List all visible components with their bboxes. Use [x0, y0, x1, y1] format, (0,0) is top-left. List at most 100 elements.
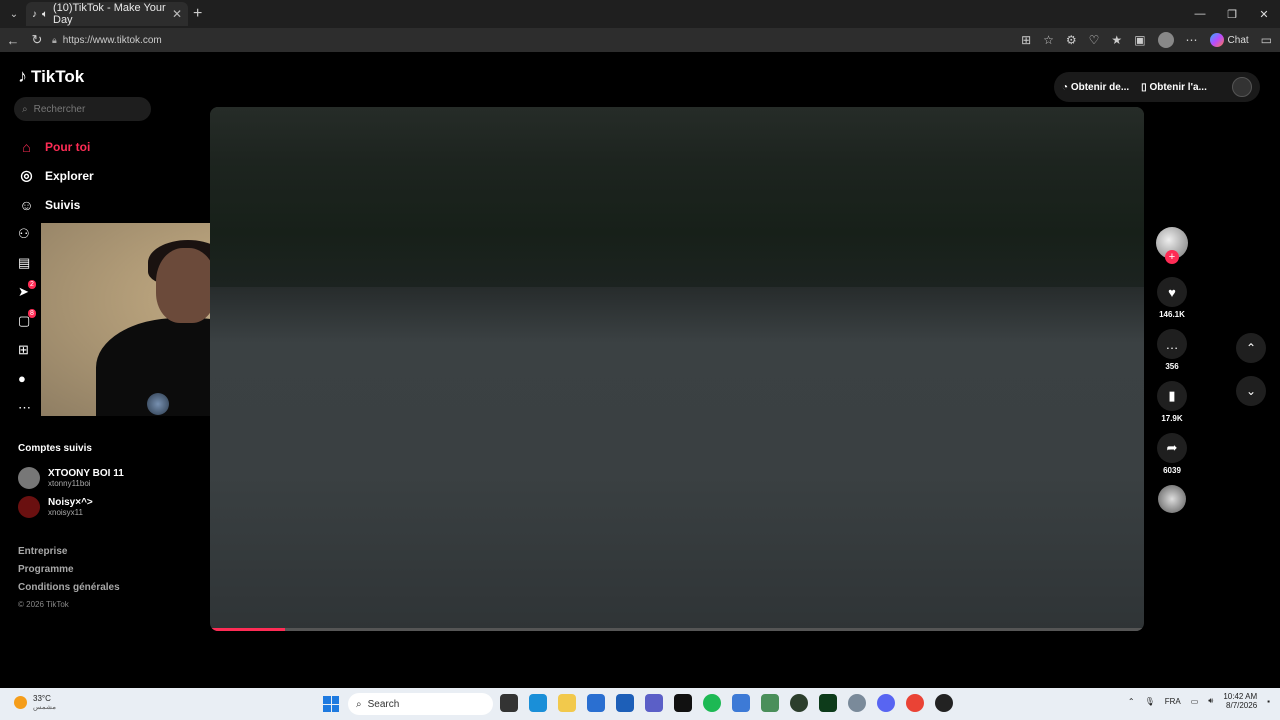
- footer-links: Entreprise Programme Conditions générale…: [18, 546, 120, 593]
- search-input[interactable]: [33, 103, 134, 115]
- account-name: XTOONY BOI 11: [48, 468, 124, 479]
- comment-action[interactable]: … 356: [1155, 329, 1189, 371]
- lock-icon: 🔒︎: [52, 34, 57, 45]
- terminal-icon[interactable]: [819, 694, 837, 712]
- discord-icon[interactable]: [877, 694, 895, 712]
- game-icon[interactable]: [790, 694, 808, 712]
- store-icon[interactable]: [616, 694, 634, 712]
- inbox-icon[interactable]: ▢ 8: [18, 306, 36, 335]
- video-player[interactable]: [210, 107, 1144, 631]
- snipping-icon[interactable]: [761, 694, 779, 712]
- calculator-icon[interactable]: [732, 694, 750, 712]
- spotify-icon[interactable]: [703, 694, 721, 712]
- follow-plus-icon[interactable]: +: [1165, 250, 1179, 264]
- maximize-icon[interactable]: ❐: [1216, 0, 1248, 28]
- comment-icon: …: [1157, 329, 1187, 359]
- collections-icon[interactable]: ▣: [1134, 33, 1145, 47]
- speaker-icon[interactable]: 🔈︎: [42, 9, 48, 20]
- settings-icon[interactable]: [848, 694, 866, 712]
- window-controls: — ❐ ✕: [1184, 0, 1280, 28]
- notifications-icon[interactable]: ▪: [1267, 697, 1270, 706]
- video-progress-bar[interactable]: [210, 628, 1144, 631]
- browser-toolbar-icons: ⊞ ☆ ⚙ ♡ ★ ▣ ⋯ Chat ▭: [1021, 30, 1272, 50]
- browser-essentials-icon[interactable]: ♡: [1089, 33, 1100, 47]
- tiktok-note-icon: ♪: [18, 66, 27, 86]
- nav-item-explore[interactable]: ◎ Explorer: [18, 161, 93, 190]
- profile-avatar[interactable]: [1157, 32, 1174, 48]
- app-a-icon[interactable]: [674, 694, 692, 712]
- weather-widget[interactable]: 33°C مشمس: [14, 694, 56, 711]
- clock[interactable]: 10:42 AM 8/7/2026: [1223, 692, 1257, 710]
- account-name: Noisy×^>: [48, 497, 93, 508]
- get-app-button[interactable]: ▯ Obtenir l'a...: [1141, 82, 1207, 93]
- favorite-star-icon[interactable]: ☆: [1043, 33, 1054, 47]
- live-icon[interactable]: ▤: [18, 248, 36, 277]
- more-icon[interactable]: ⋯: [18, 393, 36, 422]
- previous-video-button[interactable]: ⌃: [1236, 333, 1266, 363]
- upload-icon[interactable]: ⊞: [18, 335, 36, 364]
- friends-icon[interactable]: ⚇: [18, 219, 36, 248]
- microphone-tray-icon[interactable]: 🎙︎: [1145, 697, 1155, 706]
- more-options-icon[interactable]: ⋯: [1186, 33, 1198, 47]
- volume-icon[interactable]: 🔊︎: [1208, 696, 1213, 706]
- url-field[interactable]: 🔒︎ https://www.tiktok.com: [52, 30, 1052, 50]
- new-tab-icon[interactable]: +: [193, 5, 202, 23]
- chrome-icon[interactable]: [906, 694, 924, 712]
- refresh-icon[interactable]: ↻: [26, 29, 48, 51]
- sound-disc-icon[interactable]: [1158, 485, 1186, 513]
- nav-label: Pour toi: [45, 139, 91, 154]
- footer-link-company[interactable]: Entreprise: [18, 546, 120, 557]
- network-icon[interactable]: ▭: [1191, 697, 1199, 706]
- comment-count: 356: [1165, 362, 1179, 371]
- start-icon[interactable]: [323, 696, 339, 712]
- search-box[interactable]: ⌕: [14, 97, 151, 121]
- browser-tab[interactable]: ♪ 🔈︎ (10)TikTok - Make Your Day ✕: [26, 2, 188, 26]
- account-handle: xnoisyx11: [48, 508, 83, 517]
- edge-icon[interactable]: [529, 694, 547, 712]
- account-handle: xtonny11boi: [48, 479, 91, 488]
- file-explorer-icon[interactable]: [558, 694, 576, 712]
- minimize-icon[interactable]: —: [1184, 0, 1216, 28]
- get-coins-button[interactable]: ◔ Obtenir de...: [1062, 82, 1129, 93]
- copilot-chat-button[interactable]: Chat: [1209, 33, 1249, 47]
- footer-link-terms[interactable]: Conditions générales: [18, 582, 120, 593]
- followed-account[interactable]: Noisy×^> xnoisyx11: [18, 496, 93, 518]
- taskbar-search[interactable]: ⌕ Search: [348, 693, 493, 715]
- profile-icon[interactable]: ●: [18, 364, 36, 393]
- user-avatar[interactable]: [1232, 77, 1252, 97]
- favorites-icon[interactable]: ★: [1111, 33, 1122, 47]
- teams-icon[interactable]: [645, 694, 663, 712]
- nav-item-following[interactable]: ☺ Suivis: [18, 190, 94, 219]
- mail-icon[interactable]: [587, 694, 605, 712]
- tiktok-logo[interactable]: ♪ TikTok: [18, 66, 84, 87]
- obs-icon[interactable]: [935, 694, 953, 712]
- tray-overflow-icon[interactable]: ⌃: [1128, 697, 1135, 706]
- close-tab-icon[interactable]: ✕: [172, 7, 182, 21]
- user-plus-icon: ☺: [19, 196, 34, 213]
- close-window-icon[interactable]: ✕: [1248, 0, 1280, 28]
- footer-link-program[interactable]: Programme: [18, 564, 120, 575]
- chat-label: Chat: [1227, 34, 1249, 46]
- like-action[interactable]: ♥ 146.1K: [1155, 277, 1189, 319]
- language-indicator[interactable]: FRA: [1165, 697, 1181, 706]
- forest-scene: [210, 107, 1144, 287]
- copilot-icon: [1209, 33, 1224, 47]
- nav-item-for-you[interactable]: ⌂ Pour toi: [18, 132, 94, 161]
- compass-icon: ◎: [20, 167, 33, 183]
- search-icon: ⌕: [356, 698, 362, 710]
- back-icon[interactable]: ←: [2, 29, 24, 51]
- app-available-icon[interactable]: ⊞: [1021, 33, 1031, 47]
- like-count: 146.1K: [1159, 310, 1185, 319]
- messages-icon[interactable]: ➤ 2: [18, 277, 36, 306]
- system-tray: ⌃ 🎙︎ FRA ▭ 🔊︎ 10:42 AM 8/7/2026 ▪: [1128, 692, 1270, 710]
- next-video-button[interactable]: ⌄: [1236, 376, 1266, 406]
- url-text: https://www.tiktok.com: [62, 34, 162, 46]
- sidebar-toggle-icon[interactable]: ▭: [1261, 33, 1272, 47]
- extensions-icon[interactable]: ⚙: [1066, 33, 1077, 47]
- followed-account[interactable]: XTOONY BOI 11 xtonny11boi: [18, 467, 124, 489]
- tab-actions-icon[interactable]: ⌄: [4, 4, 24, 24]
- browser-tab-bar: ⌄ ♪ 🔈︎ (10)TikTok - Make Your Day ✕ + — …: [0, 0, 1280, 28]
- share-action[interactable]: ➦ 6039: [1155, 433, 1189, 475]
- task-view-icon[interactable]: [500, 694, 518, 712]
- save-action[interactable]: ▮ 17.9K: [1155, 381, 1189, 423]
